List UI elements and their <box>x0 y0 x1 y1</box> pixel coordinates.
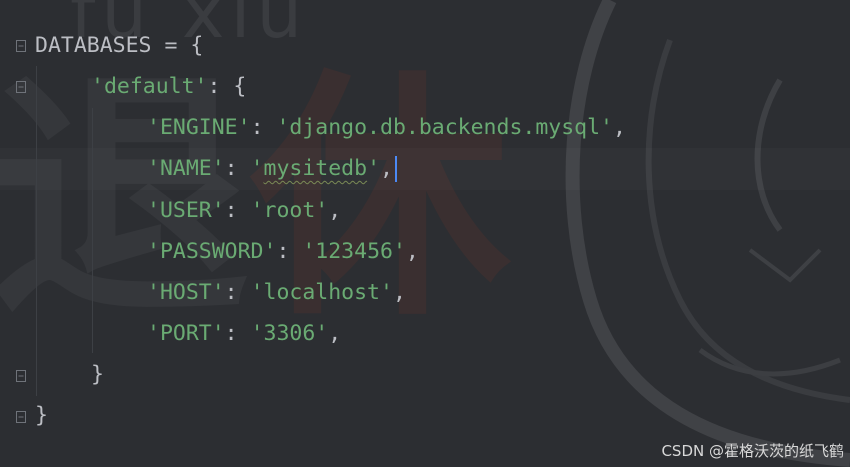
fold-end-icon[interactable] <box>16 370 26 382</box>
code-text: , <box>380 156 393 181</box>
code-text: , <box>328 321 342 346</box>
fold-end-icon[interactable] <box>16 411 26 423</box>
code-text: : <box>250 115 277 140</box>
fold-collapse-icon[interactable] <box>16 40 26 52</box>
wallpaper-figure <box>565 0 850 467</box>
string-literal: 'HOST' <box>147 280 225 305</box>
code-text: , <box>613 115 626 140</box>
code-text: : <box>224 198 251 223</box>
code-text: : { <box>207 74 247 99</box>
string-literal: 'django.db.backends.mysql' <box>276 115 613 140</box>
fold-collapse-icon[interactable] <box>16 81 26 93</box>
code-line-password[interactable]: 'PASSWORD': '123456', <box>147 231 419 272</box>
code-line-engine[interactable]: 'ENGINE': 'django.db.backends.mysql', <box>147 107 626 148</box>
string-literal: 'ENGINE' <box>147 115 251 140</box>
code-line-databases[interactable]: DATABASES = { <box>35 25 203 66</box>
current-line-highlight <box>0 148 850 190</box>
string-literal: 'USER' <box>147 198 225 223</box>
code-text: , <box>405 239 419 264</box>
code-line-inner-close[interactable]: } <box>91 354 104 395</box>
code-line-host[interactable]: 'HOST': 'localhost', <box>147 272 406 313</box>
code-line-port[interactable]: 'PORT': '3306', <box>147 313 341 354</box>
code-text: , <box>392 280 406 305</box>
code-text: } <box>35 403 48 428</box>
string-literal: 'PORT' <box>147 321 225 346</box>
string-literal: 'default' <box>91 74 208 99</box>
code-text: } <box>91 362 104 387</box>
string-quote: ' <box>250 156 264 181</box>
typo-squiggle-word[interactable]: mysitedb <box>264 156 368 181</box>
code-line-outer-close[interactable]: } <box>35 395 48 436</box>
string-literal: 'PASSWORD' <box>147 239 277 264</box>
code-text: , <box>328 198 342 223</box>
string-literal: '123456' <box>302 239 406 264</box>
code-line-name[interactable]: 'NAME': 'mysitedb', <box>147 148 397 189</box>
string-quote: ' <box>367 156 381 181</box>
string-literal: 'root' <box>250 198 329 223</box>
string-literal: '3306' <box>250 321 329 346</box>
string-literal: 'NAME' <box>147 156 225 181</box>
text-caret <box>394 156 397 182</box>
code-text: : <box>224 156 251 181</box>
code-text: DATABASES = { <box>35 33 204 58</box>
code-text: : <box>224 280 251 305</box>
code-line-user[interactable]: 'USER': 'root', <box>147 190 341 231</box>
indent-guide <box>36 66 37 396</box>
string-literal: 'localhost' <box>250 280 393 305</box>
csdn-watermark: CSDN @霍格沃茨的纸飞鹤 <box>661 442 844 460</box>
code-editor[interactable]: fu xiu 退 休 DATABASES = { 'default': { 'E… <box>0 0 850 467</box>
code-line-default[interactable]: 'default': { <box>91 66 246 107</box>
code-text: : <box>224 321 251 346</box>
code-text: : <box>276 239 303 264</box>
indent-guide <box>92 108 93 353</box>
